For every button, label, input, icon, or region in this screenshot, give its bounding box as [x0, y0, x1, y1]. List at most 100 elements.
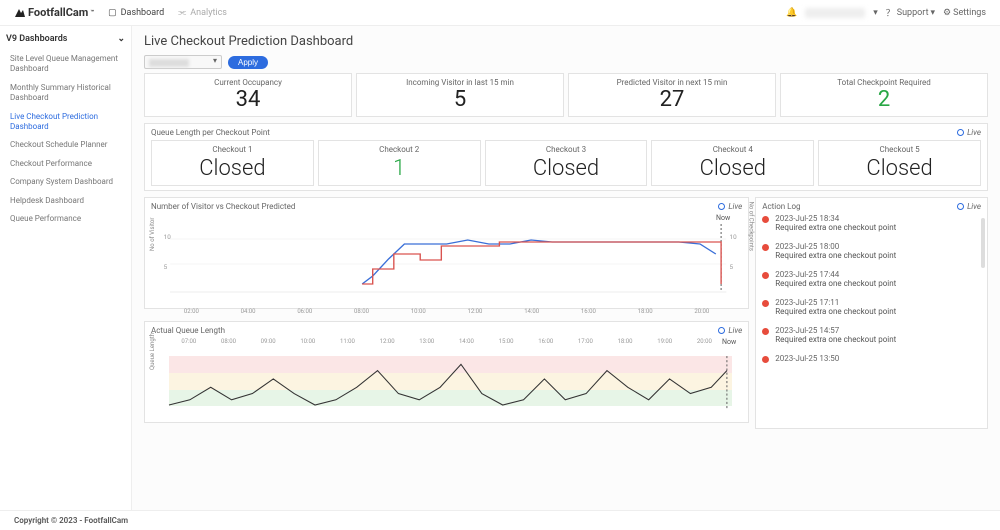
checkout-label: Checkout 2: [323, 145, 476, 154]
visitor-line: [362, 240, 716, 284]
x-tick: 18:00: [605, 338, 645, 345]
x-tick: 08:00: [333, 308, 390, 315]
y-axis-left-label: Queue Length: [149, 333, 156, 370]
bell-icon[interactable]: 🔔: [786, 8, 797, 18]
checkout-value: Closed: [823, 156, 976, 181]
metric-card-1: Incoming Visitor in last 15 min 5: [356, 73, 564, 117]
x-axis-ticks: 07:00 08:00 09:00 10:00 11:00 12:00 13:0…: [151, 338, 742, 345]
brand: FootfallCam™: [14, 6, 94, 19]
metric-card-0: Current Occupancy 34: [144, 73, 352, 117]
checkout-value: 1: [323, 156, 476, 181]
live-dot-icon: [718, 327, 725, 334]
sidebar-group-header[interactable]: V9 Dashboards ⌄: [6, 34, 125, 44]
action-log-panel: Action Log Live 2023-Jul-25 18:34Require…: [755, 197, 988, 429]
settings-link[interactable]: ⚙ Settings: [943, 8, 986, 18]
user-caret-icon[interactable]: ▾: [873, 8, 878, 18]
sidebar-item-7[interactable]: Queue Performance: [6, 210, 125, 228]
support-link[interactable]: ？ Support ▾: [886, 6, 935, 19]
x-tick: 08:00: [209, 338, 249, 345]
footer: Copyright © 2023 - FootfallCam: [0, 510, 1000, 530]
nav-analytics[interactable]: ⫘ Analytics: [178, 8, 227, 18]
gear-icon: ⚙: [943, 8, 951, 18]
topbar: FootfallCam™ ▢ Dashboard ⫘ Analytics 🔔 ▾…: [0, 0, 1000, 26]
x-tick: 16:00: [560, 308, 617, 315]
panel-title: Action Log: [762, 202, 800, 211]
actual-queue-chart: Actual Queue Length Live Queue Length No…: [144, 321, 749, 423]
sidebar-item-3[interactable]: Checkout Schedule Planner: [6, 136, 125, 154]
sidebar-item-4[interactable]: Checkout Performance: [6, 155, 125, 173]
alert-dot-icon: [762, 244, 769, 251]
log-item: 2023-Jul-25 18:00Required extra one chec…: [762, 242, 977, 260]
scrollbar[interactable]: [981, 218, 985, 268]
x-tick: 14:00: [503, 308, 560, 315]
metrics-row: Current Occupancy 34 Incoming Visitor in…: [144, 73, 988, 117]
metric-label: Total Checkpoint Required: [787, 78, 981, 87]
sidebar-item-2[interactable]: Live Checkout Prediction Dashboard: [6, 108, 125, 137]
caret-down-icon: ▾: [931, 8, 936, 18]
y-axis-right-label: No of Checkpoints: [747, 202, 754, 251]
main-content: Live Checkout Prediction Dashboard Apply…: [132, 26, 1000, 510]
x-tick: 12:00: [367, 338, 407, 345]
chart1-svg: 10 5 10 5: [151, 214, 742, 304]
x-tick: 06:00: [276, 308, 333, 315]
log-msg: Required extra one checkout point: [775, 223, 896, 232]
live-indicator: Live: [957, 202, 981, 211]
settings-label: Settings: [953, 8, 986, 18]
x-tick: 20:00: [673, 308, 730, 315]
apply-button[interactable]: Apply: [228, 56, 268, 69]
live-indicator: Live: [718, 326, 742, 335]
x-tick: 18:00: [617, 308, 674, 315]
now-label: Now: [722, 338, 736, 346]
x-tick: 20:00: [685, 338, 725, 345]
nav-dashboard[interactable]: ▢ Dashboard: [108, 8, 164, 18]
sidebar-item-1[interactable]: Monthly Summary Historical Dashboard: [6, 79, 125, 108]
x-tick: 04:00: [220, 308, 277, 315]
log-item: 2023-Jul-25 18:34Required extra one chec…: [762, 214, 977, 232]
metric-card-3: Total Checkpoint Required 2: [780, 73, 988, 117]
checkout-card-4: Checkout 4 Closed: [651, 140, 814, 186]
log-msg: Required extra one checkout point: [775, 307, 896, 316]
user-menu[interactable]: [805, 8, 865, 18]
x-tick: 10:00: [288, 338, 328, 345]
y-tick: 10: [164, 233, 172, 241]
y-tick: 10: [730, 233, 738, 241]
metric-label: Incoming Visitor in last 15 min: [363, 78, 557, 87]
sidebar-item-5[interactable]: Company System Dashboard: [6, 173, 125, 191]
checkout-card-3: Checkout 3 Closed: [485, 140, 648, 186]
metric-card-2: Predicted Visitor in next 15 min 27: [568, 73, 776, 117]
nav-dashboard-label: Dashboard: [121, 8, 165, 18]
x-axis-ticks: 02:00 04:00 06:00 08:00 10:00 12:00 14:0…: [151, 308, 742, 315]
log-list[interactable]: 2023-Jul-25 18:34Required extra one chec…: [762, 214, 981, 424]
metric-label: Predicted Visitor in next 15 min: [575, 78, 769, 87]
sidebar-group-label: V9 Dashboards: [6, 34, 67, 44]
dashboard-icon: ▢: [108, 8, 117, 18]
metric-label: Current Occupancy: [151, 78, 345, 87]
alert-dot-icon: [762, 356, 769, 363]
support-label: Support: [897, 8, 929, 18]
live-label: Live: [967, 202, 981, 211]
sidebar-item-6[interactable]: Helpdesk Dashboard: [6, 192, 125, 210]
log-item: 2023-Jul-25 17:44Required extra one chec…: [762, 270, 977, 288]
filter-dropdown[interactable]: [144, 55, 222, 69]
chart-title: Actual Queue Length: [151, 326, 225, 335]
x-tick: 09:00: [248, 338, 288, 345]
checkout-value: Closed: [656, 156, 809, 181]
metric-value: 27: [575, 88, 769, 112]
brand-name: FootfallCam: [28, 6, 88, 19]
sidebar-item-0[interactable]: Site Level Queue Management Dashboard: [6, 50, 125, 79]
queue-length-panel: Queue Length per Checkout Point Live Che…: [144, 123, 988, 191]
y-tick: 5: [730, 263, 734, 271]
log-time: 2023-Jul-25 18:00: [775, 242, 896, 251]
x-tick: 13:00: [407, 338, 447, 345]
log-time: 2023-Jul-25 17:44: [775, 270, 896, 279]
checkout-value: Closed: [490, 156, 643, 181]
live-label: Live: [967, 128, 981, 137]
log-msg: Required extra one checkout point: [775, 335, 896, 344]
sidebar: V9 Dashboards ⌄ Site Level Queue Managem…: [0, 26, 132, 510]
alert-dot-icon: [762, 300, 769, 307]
x-tick: 11:00: [328, 338, 368, 345]
brand-tm: ™: [90, 9, 94, 16]
page-title: Live Checkout Prediction Dashboard: [144, 34, 988, 49]
x-tick: 10:00: [390, 308, 447, 315]
y-tick: 5: [164, 263, 168, 271]
